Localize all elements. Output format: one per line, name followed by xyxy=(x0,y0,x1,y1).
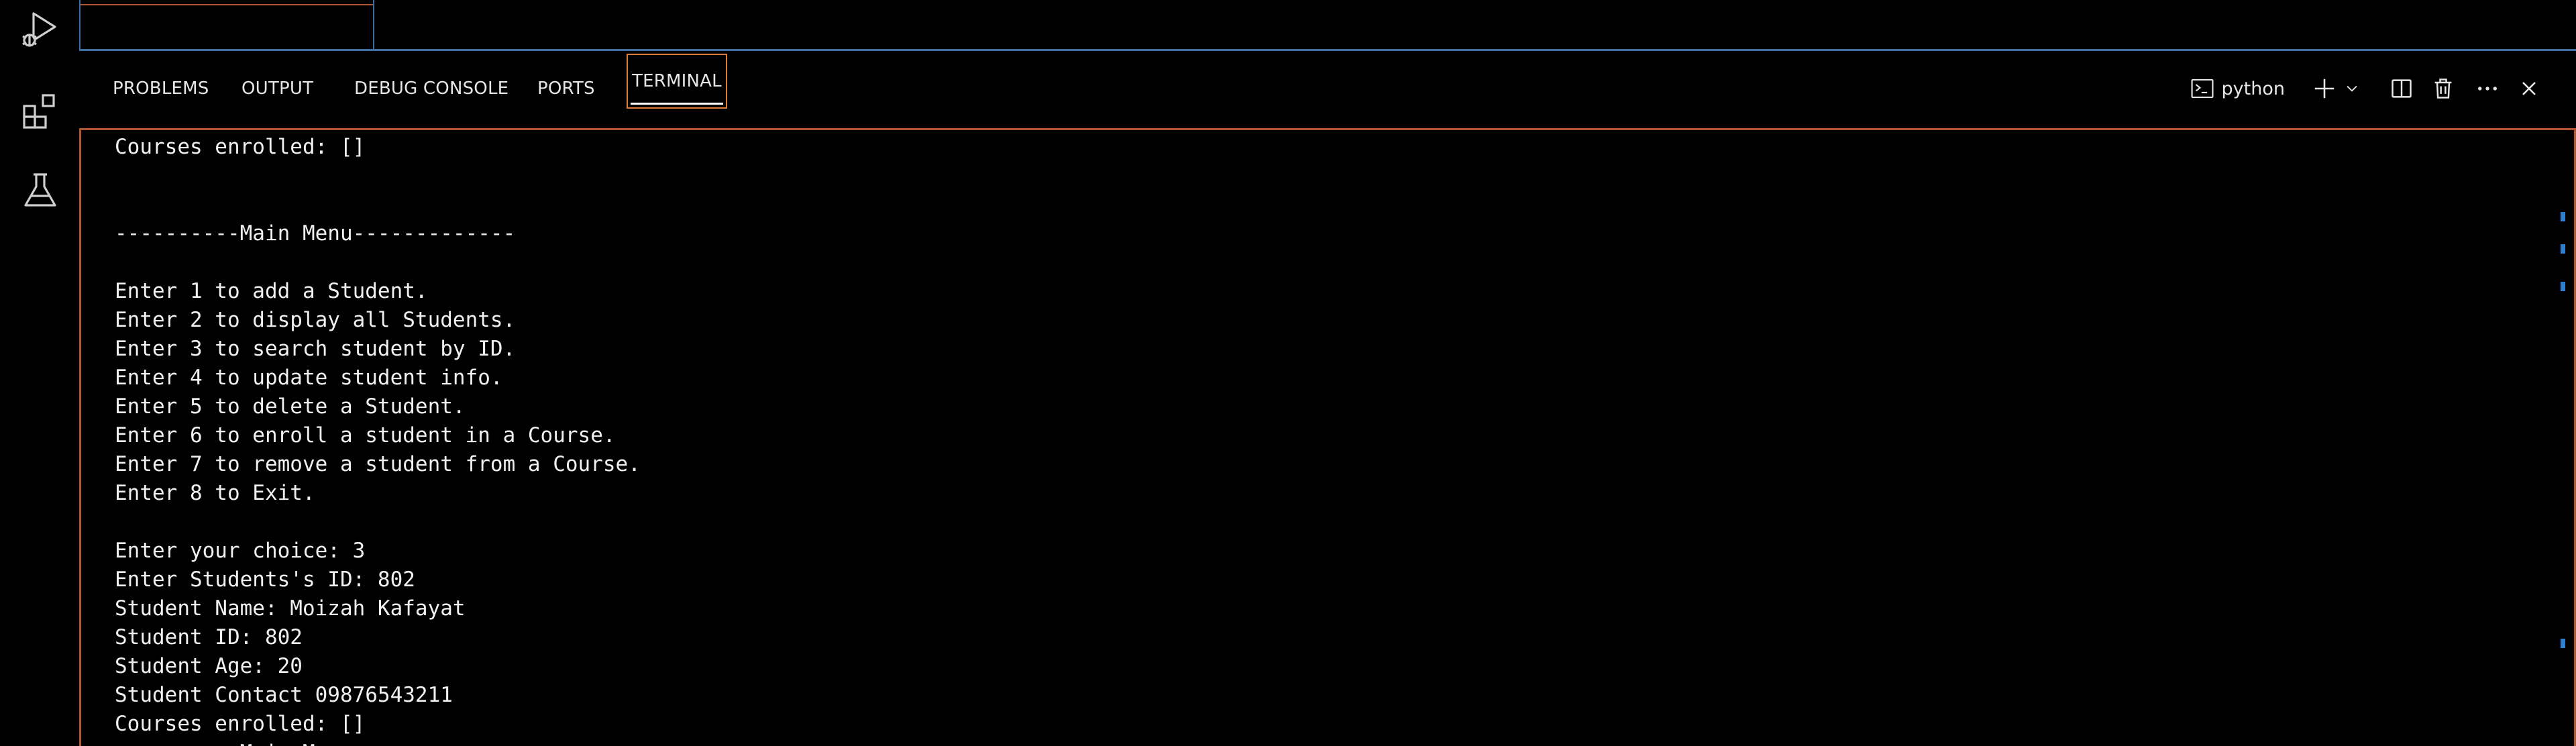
terminal-selector[interactable]: python xyxy=(2183,68,2292,109)
panel-header: PROBLEMS OUTPUT DEBUG CONSOLE PORTS TERM… xyxy=(79,52,2576,130)
run-debug-icon[interactable] xyxy=(12,1,68,58)
terminal-line: Enter 6 to enroll a student in a Course. xyxy=(115,423,616,447)
editor-tab[interactable] xyxy=(79,0,374,51)
terminal-lines: Courses enrolled: [] ----------Main Menu-… xyxy=(115,133,641,746)
tab-terminal-label: TERMINAL xyxy=(632,71,722,91)
terminal-line: Enter 3 to search student by ID. xyxy=(115,337,516,361)
editor-area xyxy=(79,0,2576,51)
vscode-window: PROBLEMS OUTPUT DEBUG CONSOLE PORTS TERM… xyxy=(0,0,2576,746)
terminal-line: Enter 1 to add a Student. xyxy=(115,279,428,303)
terminal-output[interactable]: Courses enrolled: [] ----------Main Menu-… xyxy=(79,130,2576,746)
terminal-line: Student Contact 09876543211 xyxy=(115,683,453,707)
tab-output-label: OUTPUT xyxy=(241,78,314,99)
trash-icon xyxy=(2434,78,2452,99)
editor-tab-indicator xyxy=(80,4,373,5)
terminal-line: Enter your choice: 3 xyxy=(115,539,366,563)
terminal-name: python xyxy=(2221,78,2285,99)
terminal-line: ----------Main Menu------------- xyxy=(115,739,641,746)
terminal-line: Courses enrolled: [] xyxy=(115,712,366,736)
new-terminal-button[interactable] xyxy=(2305,68,2344,109)
plus-icon xyxy=(2314,78,2334,99)
terminal-dropdown-button[interactable] xyxy=(2344,68,2360,109)
terminal-line: Student ID: 802 xyxy=(115,625,303,649)
split-terminal-icon xyxy=(2392,79,2412,98)
kill-terminal-button[interactable] xyxy=(2423,68,2463,109)
terminal-line: Enter 7 to remove a student from a Cours… xyxy=(115,452,641,476)
scroll-marker xyxy=(2561,244,2565,254)
scroll-marker xyxy=(2561,639,2565,648)
tab-terminal-underline xyxy=(631,103,723,105)
tab-problems-label: PROBLEMS xyxy=(113,78,209,99)
terminal-line: Student Age: 20 xyxy=(115,654,303,678)
extensions-icon[interactable] xyxy=(12,82,68,138)
more-icon xyxy=(2478,87,2497,91)
close-panel-button[interactable] xyxy=(2509,68,2549,109)
terminal-line: Enter Students's ID: 802 xyxy=(115,568,415,592)
tab-debug-console-label: DEBUG CONSOLE xyxy=(354,78,509,99)
scroll-marker xyxy=(2561,282,2565,291)
tab-output[interactable]: OUTPUT xyxy=(237,68,317,109)
terminal-line: Enter 4 to update student info. xyxy=(115,366,503,390)
activity-bar xyxy=(0,0,79,746)
tab-terminal[interactable]: TERMINAL xyxy=(627,54,727,109)
close-icon xyxy=(2522,82,2536,95)
terminal-icon xyxy=(2191,78,2214,99)
terminal-line: ----------Main Menu------------- xyxy=(115,221,516,246)
terminal-line: Enter 5 to delete a Student. xyxy=(115,394,466,419)
tab-debug-console[interactable]: DEBUG CONSOLE xyxy=(350,68,513,109)
terminal-line: Student Name: Moizah Kafayat xyxy=(115,596,466,621)
panel-actions: python xyxy=(2183,68,2549,109)
terminal-line: Enter 8 to Exit. xyxy=(115,481,315,505)
tab-ports[interactable]: PORTS xyxy=(533,68,599,109)
scroll-marker xyxy=(2561,212,2565,221)
tab-ports-label: PORTS xyxy=(537,78,595,99)
testing-icon[interactable] xyxy=(12,162,68,219)
tab-problems[interactable]: PROBLEMS xyxy=(109,68,213,109)
chevron-down-icon xyxy=(2347,85,2357,92)
split-terminal-button[interactable] xyxy=(2381,68,2422,109)
terminal-line: Enter 2 to display all Students. xyxy=(115,308,516,332)
more-actions-button[interactable] xyxy=(2467,68,2508,109)
terminal-line: Courses enrolled: [] xyxy=(115,135,366,159)
